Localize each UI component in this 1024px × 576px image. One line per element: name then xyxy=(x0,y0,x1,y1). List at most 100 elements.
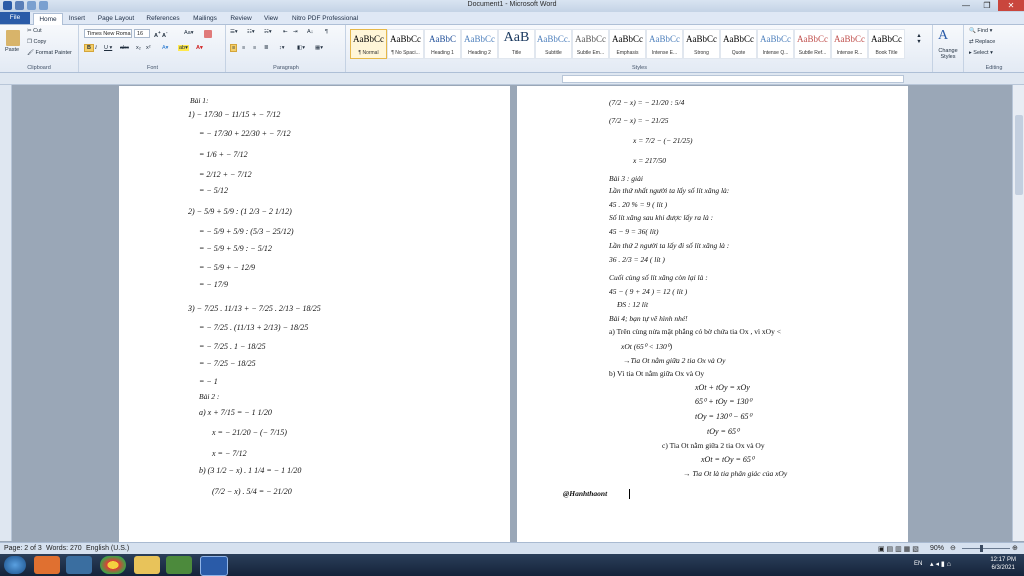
tab-mailings[interactable]: Mailings xyxy=(188,13,222,24)
input-language[interactable]: EN xyxy=(914,561,922,567)
left-page-line: = − 5/9 + − 12/9 xyxy=(199,263,256,272)
right-page-line: (7/2 − x) = − 21/25 xyxy=(609,116,669,125)
italic-button[interactable]: I xyxy=(95,45,97,51)
chrome-taskbar-icon[interactable] xyxy=(100,556,126,574)
tab-file[interactable]: File xyxy=(0,12,30,24)
cut-button[interactable]: ✂ Cut xyxy=(27,28,42,34)
subscript-button[interactable]: x₂ xyxy=(136,45,141,51)
font-name-box[interactable]: Times New Roma xyxy=(84,29,132,38)
powerpoint-taskbar-icon[interactable] xyxy=(34,556,60,574)
justify-button[interactable]: ≣ xyxy=(264,45,269,51)
format-painter-button[interactable]: 🖌 Format Painter xyxy=(27,50,72,56)
align-center-button[interactable]: ≡ xyxy=(242,45,245,51)
right-page-line: a) Trên cùng nửa mặt phẳng có bờ chứa ti… xyxy=(609,327,781,336)
tray-icons[interactable]: ▴ ◂ ▮ ⌂ xyxy=(930,560,951,568)
style-tile[interactable]: AaBbCc ¶ No Spaci... xyxy=(387,29,424,59)
zoom-slider[interactable] xyxy=(962,548,1010,549)
maximize-button[interactable]: ❐ xyxy=(977,0,997,11)
style-tile[interactable]: AaBbCc Strong xyxy=(683,29,720,59)
zoom-out-icon[interactable]: ⊖ xyxy=(950,544,956,552)
style-tile[interactable]: AaBbCc Heading 2 xyxy=(461,29,498,59)
find-button[interactable]: 🔍 Find ▾ xyxy=(969,28,992,34)
decrease-indent-button[interactable]: ⇤ xyxy=(283,29,288,35)
tab-nitro-pdf[interactable]: Nitro PDF Professional xyxy=(290,13,360,24)
right-page-line: 45 − 9 = 36( lít) xyxy=(609,227,659,236)
left-page-line: = − 17/30 + 22/30 + − 7/12 xyxy=(199,129,291,138)
align-right-button[interactable]: ≡ xyxy=(253,45,256,51)
tab-references[interactable]: References xyxy=(142,13,184,24)
left-page-line: 3) − 7/25 . 11/13 + − 7/25 . 2/13 − 18/2… xyxy=(188,304,321,313)
vertical-ruler[interactable] xyxy=(0,85,12,541)
style-tile[interactable]: AaBbCc Subtle Em... xyxy=(572,29,609,59)
clock[interactable]: 12:17 PM 6/3/2021 xyxy=(990,556,1016,572)
select-button[interactable]: ▸ Select ▾ xyxy=(969,50,993,56)
increase-indent-button[interactable]: ⇥ xyxy=(293,29,298,35)
replace-button[interactable]: ⇄ Replace xyxy=(969,39,995,45)
left-page-line: b) (3 1/2 − x) . 1 1/4 = − 1 1/20 xyxy=(199,466,302,475)
tab-home[interactable]: Home xyxy=(33,13,63,25)
font-size-box[interactable]: 16 xyxy=(134,29,150,38)
scrollbar-thumb[interactable] xyxy=(1015,115,1023,195)
style-tile[interactable]: AaBbCc Book Title xyxy=(868,29,905,59)
clear-format-icon[interactable] xyxy=(204,30,212,38)
app-taskbar-icon[interactable] xyxy=(166,556,192,574)
line-spacing-button[interactable]: ↕▾ xyxy=(279,45,285,51)
styles-scroll[interactable]: ▲ ▼ xyxy=(909,33,929,45)
grow-font-button[interactable]: A+ A- xyxy=(154,30,168,39)
style-tile[interactable]: AaBbCc. Subtitle xyxy=(535,29,572,59)
style-name: Subtle Em... xyxy=(576,50,605,56)
style-tile[interactable]: AaBbCc Emphasis xyxy=(609,29,646,59)
superscript-button[interactable]: x² xyxy=(146,45,151,51)
borders-button[interactable]: ▦▾ xyxy=(315,45,323,51)
tab-review[interactable]: Review xyxy=(226,13,256,24)
change-case-button[interactable]: Aa▾ xyxy=(184,30,194,36)
sort-button[interactable]: A↓ xyxy=(307,29,313,35)
start-button[interactable] xyxy=(4,556,26,574)
text-effects-button[interactable]: A▾ xyxy=(162,45,168,51)
close-button[interactable]: ✕ xyxy=(998,0,1024,11)
tab-view[interactable]: View xyxy=(258,13,284,24)
word-count[interactable]: Words: 270 xyxy=(46,545,82,552)
paste-button[interactable]: Paste xyxy=(5,47,19,53)
tab-insert[interactable]: Insert xyxy=(64,13,90,24)
style-tile[interactable]: AaBbCc ¶ Normal xyxy=(350,29,387,59)
media-player-taskbar-icon[interactable] xyxy=(66,556,92,574)
zoom-slider-thumb[interactable] xyxy=(980,545,983,552)
align-left-button[interactable]: ≡ xyxy=(230,44,238,52)
style-sample: AaBbCc xyxy=(686,34,717,44)
style-tile[interactable]: AaB Title xyxy=(498,29,535,59)
font-color-button[interactable]: A▾ xyxy=(196,45,203,51)
style-tile[interactable]: AaBbC Heading 1 xyxy=(424,29,461,59)
underline-button[interactable]: U ▾ xyxy=(104,45,112,51)
bold-button[interactable]: B xyxy=(84,44,94,52)
strikethrough-button[interactable]: abc xyxy=(120,45,129,51)
binoculars-icon: 🔍 xyxy=(969,28,976,34)
minimize-button[interactable]: — xyxy=(956,0,976,11)
page-right[interactable]: (7/2 − x) = − 21/20 : 5/4 (7/2 − x) = − 2… xyxy=(517,86,908,542)
style-tile[interactable]: AaBbCc Intense R... xyxy=(831,29,868,59)
highlight-button[interactable]: ab▾ xyxy=(178,45,189,51)
tab-page-layout[interactable]: Page Layout xyxy=(94,13,138,24)
horizontal-ruler[interactable] xyxy=(0,73,1024,85)
page-count[interactable]: Page: 2 of 3 xyxy=(4,545,42,552)
style-tile[interactable]: AaBbCc Subtle Ref... xyxy=(794,29,831,59)
style-tile[interactable]: AaBbCc Quote xyxy=(720,29,757,59)
language[interactable]: English (U.S.) xyxy=(86,545,129,552)
style-tile[interactable]: AaBbCc Intense Q... xyxy=(757,29,794,59)
copy-button[interactable]: ❐ Copy xyxy=(27,39,46,45)
style-tile[interactable]: AaBbCc Intense E... xyxy=(646,29,683,59)
bullets-button[interactable]: ☰▾ xyxy=(230,29,238,35)
word-taskbar-icon[interactable] xyxy=(200,556,228,576)
numbering-button[interactable]: ☷▾ xyxy=(247,29,255,35)
show-marks-button[interactable]: ¶ xyxy=(325,29,328,35)
shading-button[interactable]: ◧▾ xyxy=(297,45,305,51)
view-buttons[interactable]: ▣ ▤ ▥ ▦ ▧ xyxy=(878,545,919,553)
multilevel-button[interactable]: ☵▾ xyxy=(264,29,272,35)
vertical-scrollbar[interactable] xyxy=(1012,85,1024,541)
explorer-taskbar-icon[interactable] xyxy=(134,556,160,574)
style-name: ¶ No Spaci... xyxy=(391,50,420,56)
change-styles-button[interactable]: Change Styles xyxy=(935,48,961,60)
page-left[interactable]: Bài 1: 1) − 17/30 − 11/15 + − 7/12 = − 17/… xyxy=(119,86,510,542)
zoom-level[interactable]: 90% xyxy=(930,545,944,552)
zoom-in-icon[interactable]: ⊕ xyxy=(1012,544,1018,552)
